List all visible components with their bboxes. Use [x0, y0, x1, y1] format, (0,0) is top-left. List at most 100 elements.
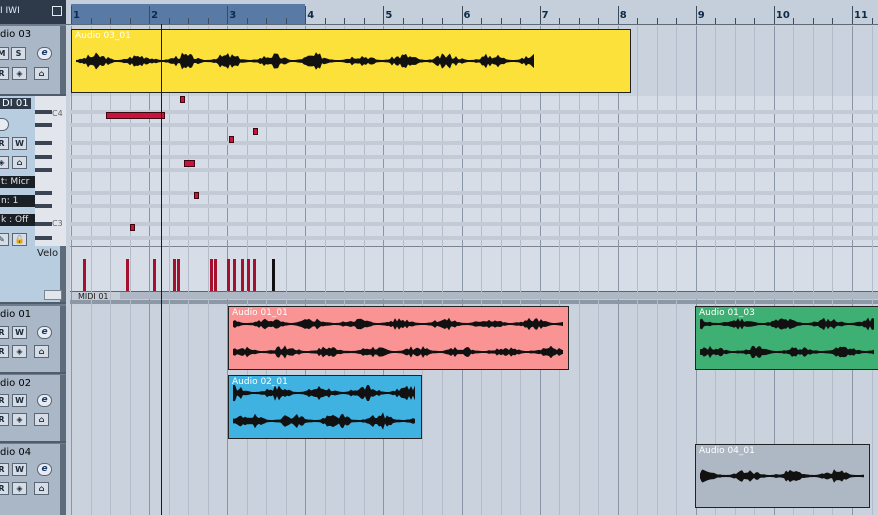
track-header-audio-03[interactable]: dio 03 M S e R ◈ ⌂	[0, 26, 66, 96]
midi-channel-field[interactable]: n: 1	[0, 195, 36, 207]
track-name[interactable]: dio 01	[0, 309, 31, 320]
part-horizontal-scrollbar[interactable]	[120, 292, 878, 299]
black-key[interactable]	[35, 222, 52, 226]
midi-note[interactable]	[252, 128, 258, 135]
velocity-bar[interactable]	[153, 258, 157, 291]
velocity-bar[interactable]	[125, 258, 129, 291]
audio-clip-audio-04-01[interactable]: Audio 04_01	[695, 444, 870, 508]
ruler[interactable]: 1 2 3 4 5 6 7 8 9 10 11	[66, 0, 878, 25]
track-header-audio-04[interactable]: dio 04 R W e R ◈ ⌂	[0, 444, 66, 515]
write-button[interactable]: W	[12, 137, 27, 150]
velocity-bar[interactable]	[213, 258, 217, 291]
part-icon[interactable]	[44, 290, 62, 300]
read-button[interactable]: R	[0, 137, 9, 150]
velocity-lane[interactable]	[70, 246, 878, 292]
read-button[interactable]: R	[0, 463, 9, 476]
write-button[interactable]: W	[12, 463, 27, 476]
freeze-icon[interactable]: ⌂	[34, 413, 49, 426]
record-enable-button[interactable]: R	[0, 413, 9, 426]
freeze-icon[interactable]: ⌂	[34, 67, 49, 80]
black-key[interactable]	[35, 204, 52, 208]
velocity-bar[interactable]	[82, 258, 86, 291]
velocity-bar[interactable]	[172, 258, 176, 291]
audio-clip-audio-01-03[interactable]: Audio 01_03	[695, 306, 878, 370]
track-name[interactable]: dio 02	[0, 378, 31, 389]
grid-line	[129, 26, 131, 515]
write-button[interactable]: W	[12, 326, 27, 339]
velocity-bar[interactable]	[252, 258, 256, 291]
velocity-bar[interactable]	[176, 258, 180, 291]
read-button[interactable]: R	[0, 394, 9, 407]
velocity-bar[interactable]	[241, 258, 244, 291]
edit-channel-button[interactable]: e	[37, 326, 52, 339]
track-header-audio-01[interactable]: dio 01 R W e R ◈ ⌂	[0, 306, 66, 374]
track-name[interactable]: DI 01	[0, 98, 31, 109]
record-enable-button[interactable]: R	[0, 482, 9, 495]
ruler-subtick	[676, 18, 678, 24]
record-enable-button[interactable]: R	[0, 67, 9, 80]
lane-audio-02[interactable]	[70, 375, 878, 443]
grid-line	[754, 26, 756, 515]
midi-note[interactable]	[229, 136, 235, 143]
editor-divider[interactable]	[70, 300, 878, 304]
pitch-stripe	[70, 235, 878, 240]
black-key[interactable]	[35, 154, 52, 159]
edit-channel-button[interactable]: e	[37, 463, 52, 476]
grid-line	[188, 26, 190, 515]
ruler-subtick	[500, 18, 502, 24]
audio-clip-audio-03-01[interactable]: Audio 03_01	[71, 29, 631, 93]
midi-note[interactable]	[194, 192, 199, 199]
monitor-icon[interactable]: ◈	[12, 482, 27, 495]
solo-button[interactable]: S	[11, 47, 26, 60]
grid-line	[422, 26, 424, 515]
freeze-icon[interactable]: ⌂	[34, 482, 49, 495]
piano-keyboard[interactable]: C4 C3	[35, 96, 66, 246]
lock-icon[interactable]: 🔓	[12, 233, 27, 246]
midi-input-field[interactable]: t: Micr	[0, 176, 36, 188]
midi-note[interactable]	[129, 224, 135, 231]
edit-channel-button[interactable]: e	[37, 394, 52, 407]
record-enable-button[interactable]: R	[0, 345, 9, 358]
midi-note[interactable]	[180, 96, 186, 103]
grid-line	[168, 26, 170, 515]
maximize-icon[interactable]	[52, 6, 62, 16]
ruler-subtick	[793, 18, 795, 24]
black-key[interactable]	[35, 123, 52, 127]
pencil-icon[interactable]: ✎	[0, 233, 9, 246]
velocity-bar[interactable]	[246, 258, 250, 291]
black-key[interactable]	[35, 190, 52, 195]
grid-line	[402, 26, 404, 515]
audio-clip-audio-01-01[interactable]: Audio 01_01	[228, 306, 569, 370]
velocity-bar[interactable]	[233, 258, 237, 291]
monitor-icon[interactable]: ◈	[12, 413, 27, 426]
black-key[interactable]	[35, 235, 52, 240]
read-button[interactable]: R	[0, 326, 9, 339]
black-key[interactable]	[35, 168, 52, 172]
black-key[interactable]	[35, 109, 52, 114]
edit-channel-button[interactable]: e	[37, 47, 52, 60]
track-name[interactable]: dio 03	[0, 29, 31, 40]
playback-cursor[interactable]	[160, 24, 162, 515]
track-name[interactable]: dio 04	[0, 447, 31, 458]
write-button[interactable]: W	[12, 394, 27, 407]
monitor-icon[interactable]: ◈	[0, 156, 9, 169]
velocity-bar[interactable]	[272, 258, 276, 291]
midi-note[interactable]	[106, 112, 165, 119]
freeze-icon[interactable]: ⌂	[34, 345, 49, 358]
velocity-bar[interactable]	[209, 258, 213, 291]
black-key[interactable]	[35, 141, 52, 145]
grid-line	[676, 26, 678, 515]
monitor-icon[interactable]: ◈	[12, 345, 27, 358]
midi-note[interactable]	[184, 160, 195, 167]
audio-clip-audio-02-01[interactable]: Audio 02_01	[228, 375, 422, 439]
velocity-bar[interactable]	[227, 258, 231, 291]
pitch-stripe	[70, 109, 878, 114]
bank-field[interactable]: k : Off	[0, 214, 36, 226]
record-icon[interactable]	[0, 118, 9, 131]
monitor-icon[interactable]: ◈	[12, 67, 27, 80]
grid-line	[305, 26, 307, 515]
pitch-stripe	[70, 204, 878, 208]
freeze-icon[interactable]: ⌂	[12, 156, 27, 169]
mute-button[interactable]: M	[0, 47, 9, 60]
track-header-audio-02[interactable]: dio 02 R W e R ◈ ⌂	[0, 375, 66, 443]
